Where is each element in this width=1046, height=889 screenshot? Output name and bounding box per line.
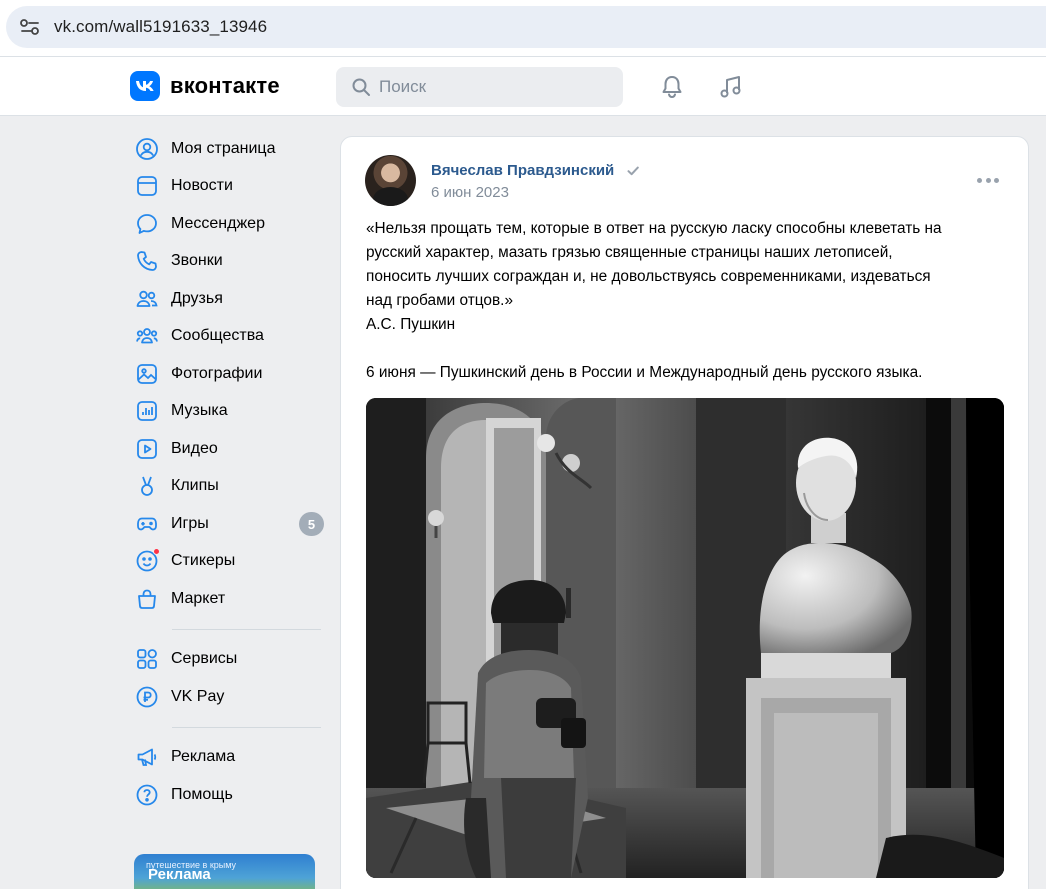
post-text-line: А.С. Пушкин <box>366 316 456 333</box>
post-text: «Нельзя прощать тем, которые в ответ на … <box>366 217 1006 385</box>
post-text-footer: 6 июня — Пушкинский день в России и Межд… <box>366 364 923 381</box>
nav-item-services[interactable]: Сервисы <box>130 641 325 679</box>
nav-label: Моя страница <box>171 139 276 157</box>
post-photo[interactable] <box>366 398 1004 878</box>
vk-logo[interactable]: вконтакте <box>130 71 280 101</box>
nav-label: Маркет <box>171 589 226 607</box>
post-date[interactable]: 6 июн 2023 <box>431 184 509 201</box>
nav-item-music[interactable]: Музыка <box>130 393 325 431</box>
nav-item-ads[interactable]: Реклама <box>130 739 325 777</box>
url-text[interactable]: vk.com/wall5191633_13946 <box>54 17 267 37</box>
nav-item-stickers[interactable]: Стикеры <box>130 543 325 581</box>
vk-logo-icon <box>130 71 160 101</box>
left-nav: Моя страница Новости Мессенджер Звонки Д… <box>130 130 325 814</box>
post-text-line: «Нельзя прощать тем, которые в ответ на … <box>366 220 942 237</box>
stickers-icon <box>133 547 161 575</box>
games-icon <box>133 510 161 538</box>
nav-item-communities[interactable]: Сообщества <box>130 318 325 356</box>
music-note-icon[interactable] <box>717 73 745 101</box>
market-icon <box>133 585 161 613</box>
nav-item-calls[interactable]: Звонки <box>130 243 325 281</box>
ad-banner-label: Реклама <box>148 866 211 883</box>
nav-item-clips[interactable]: Клипы <box>130 468 325 506</box>
post-text-line: русский характер, мазать грязью священны… <box>366 244 893 261</box>
nav-item-market[interactable]: Маркет <box>130 580 325 618</box>
browser-toolbar: vk.com/wall5191633_13946 <box>0 0 1046 56</box>
nav-label: Фотографии <box>171 364 263 382</box>
video-icon <box>133 435 161 463</box>
vk-logo-text: вконтакте <box>170 73 280 98</box>
author-avatar[interactable] <box>365 155 416 206</box>
nav-item-vkpay[interactable]: VK Pay <box>130 678 325 716</box>
nav-label: VK Pay <box>171 687 225 705</box>
services-icon <box>133 645 161 673</box>
search-icon <box>352 78 370 96</box>
post-text-line: поносить лучших сограждан и, не довольст… <box>366 268 931 285</box>
nav-item-my-page[interactable]: Моя страница <box>130 130 325 168</box>
search-input[interactable] <box>379 77 599 97</box>
nav-item-friends[interactable]: Друзья <box>130 280 325 318</box>
nav-divider <box>172 628 321 630</box>
photos-icon <box>133 360 161 388</box>
address-bar[interactable]: vk.com/wall5191633_13946 <box>6 6 1046 48</box>
post-text-line: над гробами отцов.» <box>366 292 514 309</box>
messenger-icon <box>133 210 161 238</box>
nav-label: Сервисы <box>171 650 238 668</box>
nav-label: Реклама <box>171 748 236 766</box>
nav-label: Музыка <box>171 402 228 420</box>
friends-icon <box>133 285 161 313</box>
post-more-menu-icon[interactable] <box>977 175 999 185</box>
nav-item-photos[interactable]: Фотографии <box>130 355 325 393</box>
nav-item-messenger[interactable]: Мессенджер <box>130 205 325 243</box>
nav-item-video[interactable]: Видео <box>130 430 325 468</box>
ads-icon <box>133 743 161 771</box>
nav-label: Сообщества <box>171 327 264 345</box>
notifications-bell-icon[interactable] <box>658 73 686 101</box>
nav-divider <box>172 726 321 728</box>
author-name-link[interactable]: Вячеслав Правдзинский <box>431 162 614 179</box>
verified-check-icon <box>626 164 640 183</box>
phone-icon <box>133 247 161 275</box>
ad-banner[interactable]: путешествие в крыму Реклама <box>134 854 315 889</box>
profile-icon <box>133 135 161 163</box>
communities-icon <box>133 322 161 350</box>
nav-item-news[interactable]: Новости <box>130 168 325 206</box>
nav-item-help[interactable]: Помощь <box>130 776 325 814</box>
search-box[interactable] <box>336 67 623 107</box>
nav-item-games[interactable]: Игры 5 <box>130 505 325 543</box>
nav-label: Звонки <box>171 252 223 270</box>
music-icon <box>133 397 161 425</box>
vkpay-icon <box>133 683 161 711</box>
nav-label: Видео <box>171 439 218 457</box>
clips-icon <box>133 472 161 500</box>
nav-label: Клипы <box>171 477 219 495</box>
nav-label: Стикеры <box>171 552 236 570</box>
post-card: Вячеслав Правдзинский 6 июн 2023 «Нельзя… <box>340 136 1029 889</box>
nav-label: Мессенджер <box>171 214 265 232</box>
nav-label: Помощь <box>171 785 233 803</box>
nav-label: Игры <box>171 514 209 532</box>
nav-label: Друзья <box>171 289 223 307</box>
nav-label: Новости <box>171 177 233 195</box>
site-settings-icon[interactable] <box>18 15 42 39</box>
help-icon <box>133 781 161 809</box>
news-icon <box>133 172 161 200</box>
vk-header: вконтакте <box>0 56 1046 116</box>
games-count-badge: 5 <box>299 512 324 536</box>
